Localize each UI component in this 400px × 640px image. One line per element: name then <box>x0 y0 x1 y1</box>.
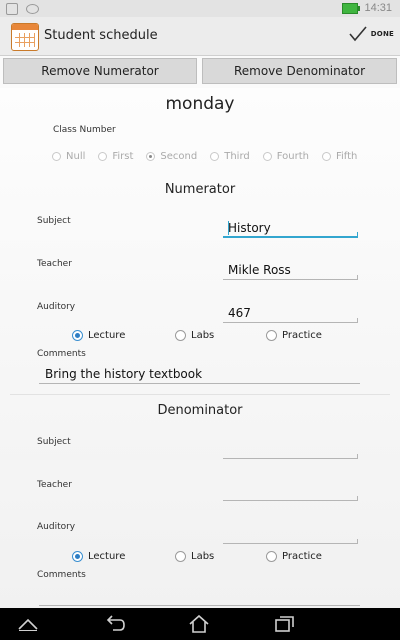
day-title: monday <box>165 94 235 114</box>
numerator-radio-lecture[interactable]: Lecture <box>72 330 175 341</box>
numerator-teacher-input[interactable]: Mikle Ross <box>223 262 358 280</box>
denominator-comments-input[interactable] <box>39 588 360 606</box>
back-icon[interactable] <box>104 614 126 634</box>
numerator-comments-label: Comments <box>37 349 86 359</box>
recent-apps-icon[interactable] <box>274 614 296 634</box>
android-notification-icon <box>26 4 39 14</box>
radio-fifth[interactable]: Fifth <box>321 151 357 162</box>
numerator-heading: Numerator <box>164 182 236 197</box>
denominator-comments-label: Comments <box>37 570 86 580</box>
denominator-radio-lecture[interactable]: Lecture <box>72 551 175 562</box>
numerator-subject-input[interactable]: History <box>223 220 358 238</box>
image-notification-icon <box>6 3 18 15</box>
done-button[interactable]: DONE <box>349 26 394 42</box>
numerator-radio-practice[interactable]: Practice <box>266 330 322 341</box>
radio-null[interactable]: Null <box>52 151 85 162</box>
numerator-type-radio-group: Lecture Labs Practice <box>72 330 322 341</box>
remove-numerator-button[interactable]: Remove Numerator <box>3 58 197 84</box>
notification-icons <box>6 3 39 15</box>
status-bar: 14:31 <box>0 0 400 17</box>
numerator-subject-label: Subject <box>37 216 71 226</box>
checkmark-icon <box>349 26 367 42</box>
schedule-form: monday Class Number Null First Second Th… <box>0 88 400 608</box>
action-bar: Student schedule DONE <box>0 17 400 56</box>
home-icon[interactable] <box>188 614 210 634</box>
denominator-teacher-label: Teacher <box>37 480 72 490</box>
class-number-label: Class Number <box>53 125 116 135</box>
calendar-icon[interactable] <box>11 23 39 51</box>
denominator-teacher-input[interactable] <box>223 483 358 501</box>
done-label: DONE <box>370 30 394 38</box>
denominator-auditory-input[interactable] <box>223 526 358 544</box>
chevron-up-icon[interactable] <box>17 617 39 631</box>
navigation-bar <box>0 608 400 640</box>
radio-first[interactable]: First <box>98 151 133 162</box>
denominator-type-radio-group: Lecture Labs Practice <box>72 551 322 562</box>
radio-third[interactable]: Third <box>210 151 250 162</box>
clock: 14:31 <box>364 2 392 14</box>
denominator-radio-practice[interactable]: Practice <box>266 551 322 562</box>
section-divider <box>10 394 390 395</box>
denominator-subject-input[interactable] <box>223 441 358 459</box>
numerator-radio-labs[interactable]: Labs <box>175 330 266 341</box>
radio-fourth[interactable]: Fourth <box>262 151 309 162</box>
class-number-radio-group: Null First Second Third Fourth Fifth <box>52 151 357 162</box>
denominator-auditory-label: Auditory <box>37 522 76 532</box>
remove-denominator-button[interactable]: Remove Denominator <box>202 58 397 84</box>
app-title: Student schedule <box>44 28 158 43</box>
numerator-auditory-input[interactable]: 467 <box>223 305 358 323</box>
radio-second[interactable]: Second <box>146 151 197 162</box>
numerator-comments-input[interactable]: Bring the history textbook <box>39 366 360 384</box>
numerator-teacher-label: Teacher <box>37 259 72 269</box>
numerator-auditory-label: Auditory <box>37 302 76 312</box>
battery-icon <box>342 2 361 14</box>
denominator-subject-label: Subject <box>37 437 71 447</box>
denominator-radio-labs[interactable]: Labs <box>175 551 266 562</box>
denominator-heading: Denominator <box>157 403 243 418</box>
